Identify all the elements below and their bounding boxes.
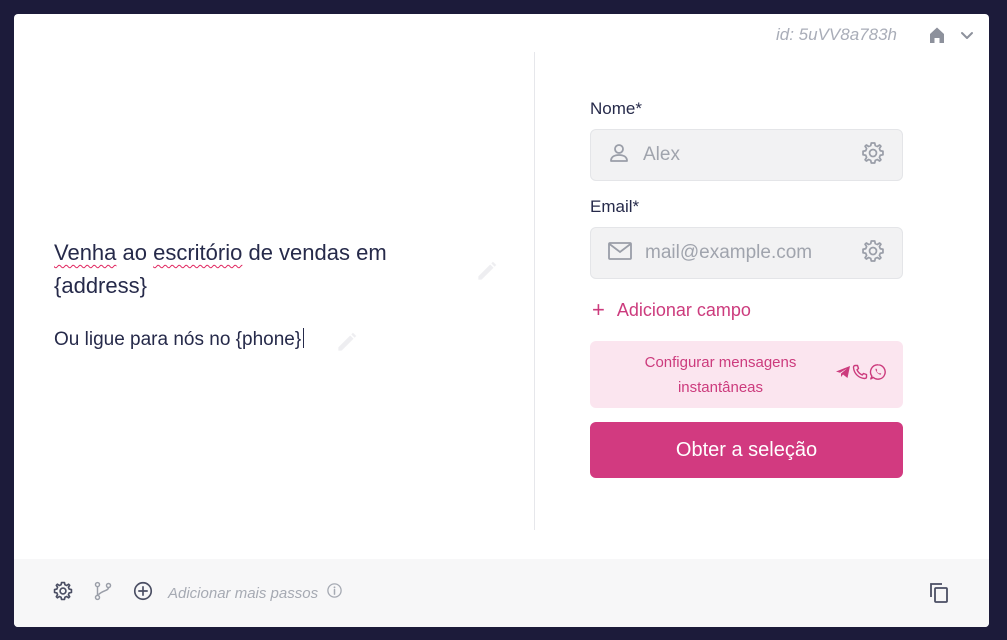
subline-label: Ou ligue para nós no {phone} (54, 329, 302, 350)
add-field-label: Adicionar campo (616, 299, 751, 320)
name-field[interactable]: Alex (590, 129, 903, 181)
footer-toolbar: Adicionar mais passos (14, 559, 989, 627)
telegram-icon (835, 364, 851, 385)
gear-icon[interactable] (52, 580, 74, 607)
add-circle-icon[interactable] (132, 580, 154, 607)
top-bar: id: 5uVV8a783h (776, 14, 989, 56)
submit-button[interactable]: Obter a seleção (590, 422, 903, 478)
column-divider (534, 52, 535, 530)
add-steps-label[interactable]: Adicionar mais passos (168, 585, 318, 602)
phone-icon (852, 364, 868, 385)
lead-form: Nome* Alex Email* mail@example.com + Adi… (590, 99, 903, 478)
editor-card: id: 5uVV8a783h Venha ao escritório de ve… (14, 14, 989, 627)
user-icon (607, 141, 631, 170)
add-field-button[interactable]: + Adicionar campo (592, 299, 903, 321)
mail-icon (607, 239, 633, 268)
name-placeholder: Alex (643, 144, 680, 165)
headline-word: Venha (54, 240, 117, 265)
block-id: id: 5uVV8a783h (776, 25, 897, 44)
subline-text[interactable]: Ou ligue para nós no {phone} (54, 326, 305, 354)
headline-text[interactable]: Venha ao escritório de vendas em {addres… (54, 236, 434, 302)
instant-messaging-config[interactable]: Configurar mensagens instantâneas (590, 341, 903, 408)
email-placeholder: mail@example.com (645, 242, 813, 263)
headline-word: ao (116, 240, 154, 265)
edit-pencil-icon[interactable] (334, 329, 360, 360)
gear-icon[interactable] (860, 238, 886, 269)
branch-icon[interactable] (92, 580, 114, 607)
im-config-label: Configurar mensagens instantâneas (644, 353, 797, 396)
home-icon[interactable] (927, 25, 947, 45)
gear-icon[interactable] (860, 140, 886, 171)
info-icon[interactable] (326, 582, 343, 604)
copy-icon[interactable] (927, 581, 951, 610)
headline-word: escritório (153, 240, 243, 265)
edit-pencil-icon[interactable] (474, 258, 500, 289)
text-cursor (303, 328, 305, 348)
message-content: Venha ao escritório de vendas em {addres… (54, 54, 534, 530)
chevron-down-icon[interactable] (959, 27, 975, 43)
email-field[interactable]: mail@example.com (590, 227, 903, 279)
plus-icon: + (592, 297, 605, 322)
name-label: Nome* (590, 99, 642, 118)
email-label: Email* (590, 197, 640, 216)
im-icons (835, 363, 887, 386)
whatsapp-icon (869, 363, 887, 386)
